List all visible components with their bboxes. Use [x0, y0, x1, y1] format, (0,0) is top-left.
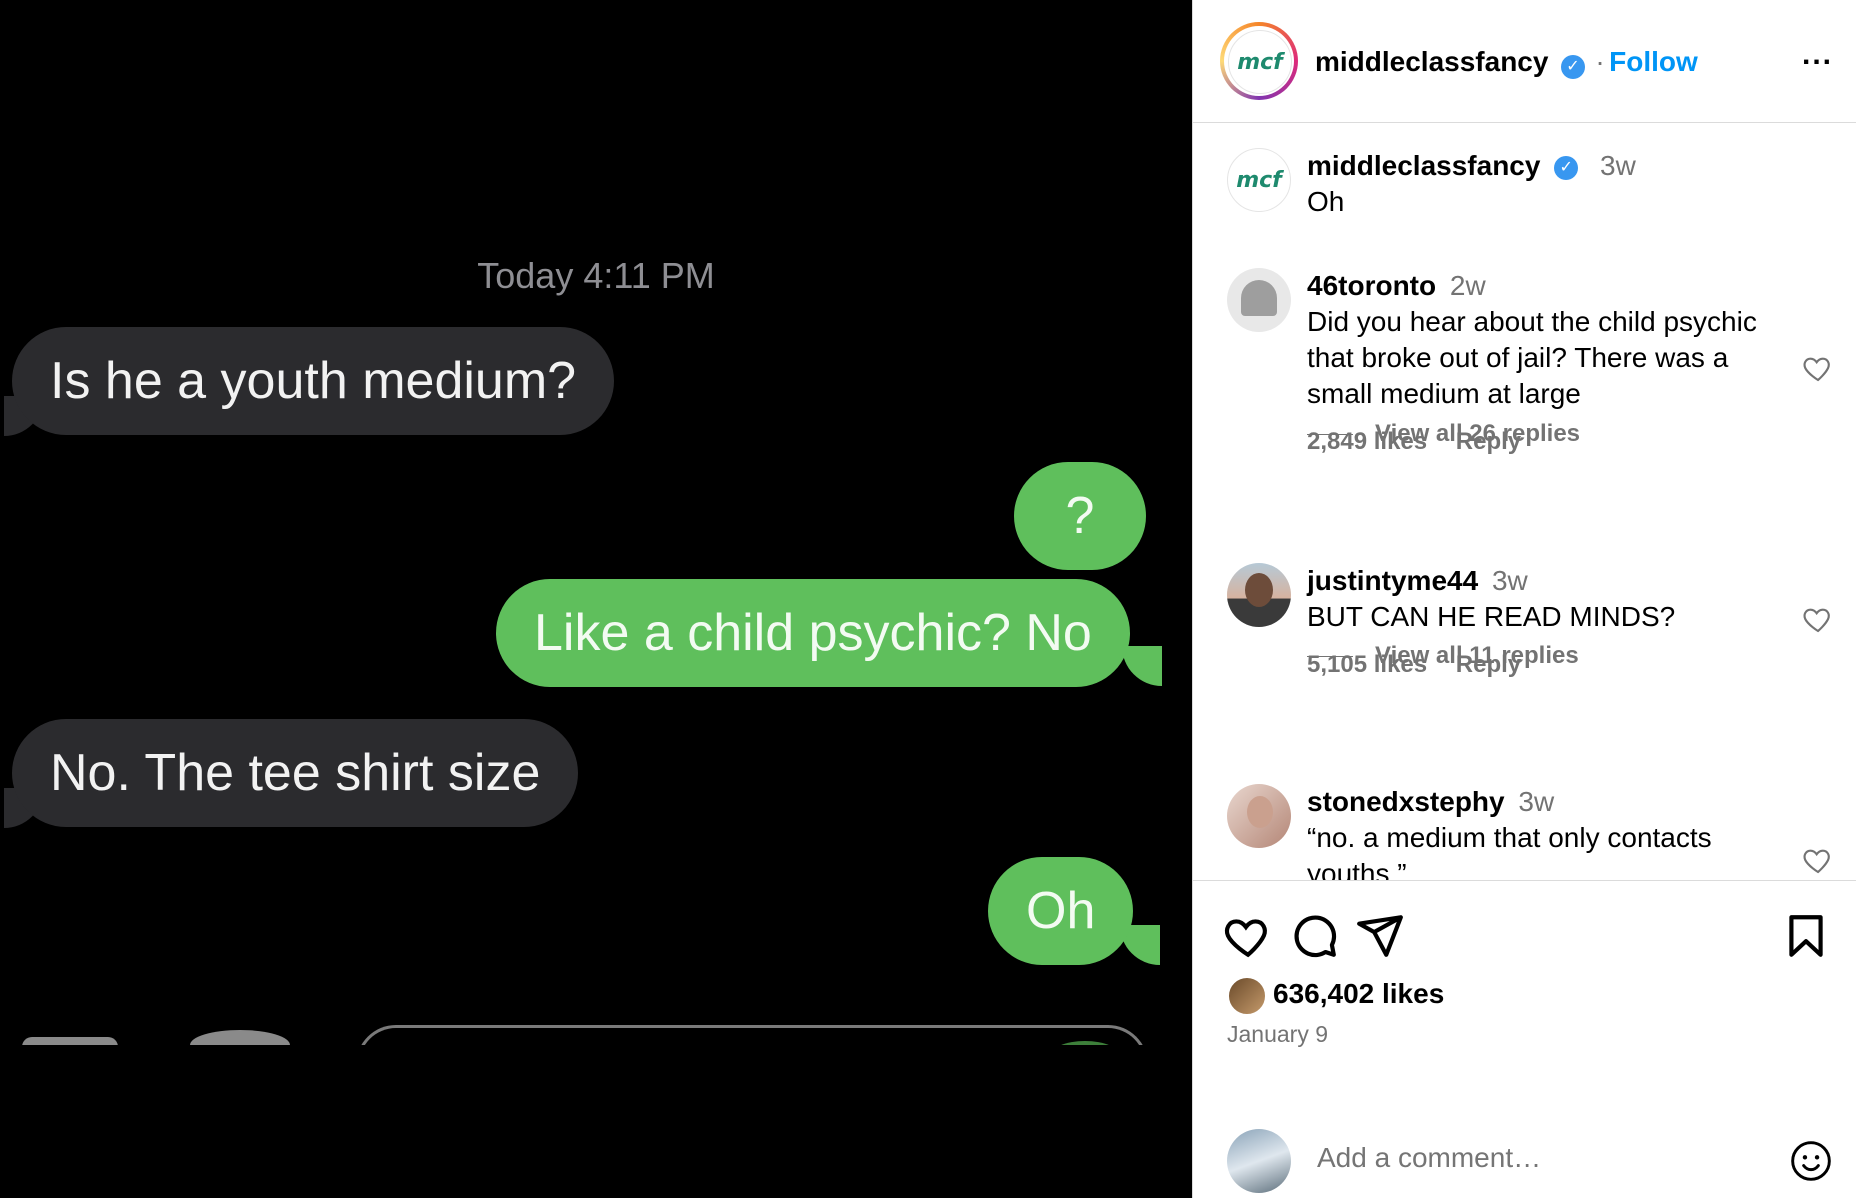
- liker-avatar[interactable]: [1227, 976, 1267, 1016]
- post-actions: 636,402 likes January 9: [1193, 880, 1856, 1199]
- avatar[interactable]: mcf: [1227, 148, 1291, 212]
- current-user-avatar: [1227, 1129, 1291, 1193]
- more-options-icon[interactable]: ...: [1802, 38, 1833, 72]
- heart-icon[interactable]: [1801, 844, 1835, 876]
- header-user: middleclassfancy ✓ · Follow: [1315, 46, 1698, 79]
- avatar[interactable]: [1227, 268, 1291, 332]
- message-bubble-received: No. The tee shirt size: [12, 719, 579, 827]
- comment-text: “no. a medium that only contacts youths.…: [1307, 822, 1712, 880]
- view-replies-label: View all 11 replies: [1375, 642, 1579, 669]
- post-header: mcf middleclassfancy ✓ · Follow ...: [1193, 0, 1856, 123]
- add-comment-bar: [1193, 1121, 1856, 1199]
- comment-icon[interactable]: [1289, 911, 1339, 961]
- separator-dot: ·: [1595, 46, 1605, 77]
- caption-text: Oh: [1307, 186, 1345, 217]
- post-sidebar: mcf middleclassfancy ✓ · Follow ... mcf …: [1192, 0, 1856, 1198]
- emoji-icon[interactable]: [1789, 1139, 1833, 1183]
- comment-username[interactable]: stonedxstephy: [1307, 786, 1505, 817]
- bubble-tail: [1122, 646, 1162, 686]
- add-comment-input[interactable]: [1315, 1141, 1719, 1175]
- message-bubble-sent: Like a child psychic? No: [496, 579, 1130, 687]
- caption-username[interactable]: middleclassfancy: [1307, 150, 1540, 181]
- post-media: Today 4:11 PM Is he a youth medium? ? Li…: [0, 0, 1192, 1198]
- heart-icon[interactable]: [1801, 603, 1835, 635]
- message-bubble-received: Is he a youth medium?: [12, 327, 615, 435]
- avatar[interactable]: [1227, 563, 1291, 627]
- post-date[interactable]: January 9: [1227, 1021, 1328, 1048]
- comment-time[interactable]: 3w: [1492, 565, 1528, 596]
- caption-time[interactable]: 3w: [1600, 150, 1636, 181]
- comment-time[interactable]: 3w: [1518, 786, 1554, 817]
- chat-timestamp: Today 4:11 PM: [477, 255, 715, 296]
- follow-button[interactable]: Follow: [1609, 46, 1698, 77]
- comment-text: BUT CAN HE READ MINDS?: [1307, 601, 1676, 632]
- like-heart-icon[interactable]: [1223, 911, 1273, 961]
- likes-count[interactable]: 636,402 likes: [1273, 978, 1444, 1010]
- message-bubble-sent: Oh: [988, 857, 1134, 965]
- view-replies-label: View all 26 replies: [1375, 420, 1581, 447]
- mcf-logo: mcf: [1236, 167, 1282, 193]
- bookmark-icon[interactable]: [1781, 911, 1831, 961]
- story-ring[interactable]: mcf: [1220, 22, 1298, 100]
- media-bottom: [0, 1045, 1192, 1198]
- verified-badge-icon: ✓: [1554, 155, 1579, 180]
- message-bubble-sent: ?: [1014, 462, 1146, 570]
- mcf-logo: mcf: [1237, 49, 1283, 75]
- verified-badge-icon: ✓: [1560, 54, 1585, 79]
- comment-text: Did you hear about the child psychic tha…: [1307, 306, 1757, 409]
- share-send-icon[interactable]: [1355, 911, 1405, 961]
- view-replies-button[interactable]: View all 26 replies: [1307, 420, 1580, 448]
- heart-icon[interactable]: [1801, 352, 1835, 384]
- comment-username[interactable]: justintyme44: [1307, 565, 1478, 596]
- comment-username[interactable]: 46toronto: [1307, 270, 1436, 301]
- view-replies-button[interactable]: View all 11 replies: [1307, 642, 1579, 670]
- avatar[interactable]: [1227, 784, 1291, 848]
- comments-list[interactable]: mcf middleclassfancy ✓ 3w Oh 46toronto 2…: [1193, 123, 1856, 880]
- comment-time[interactable]: 2w: [1450, 270, 1486, 301]
- header-username[interactable]: middleclassfancy: [1315, 46, 1548, 77]
- avatar: mcf: [1228, 30, 1292, 94]
